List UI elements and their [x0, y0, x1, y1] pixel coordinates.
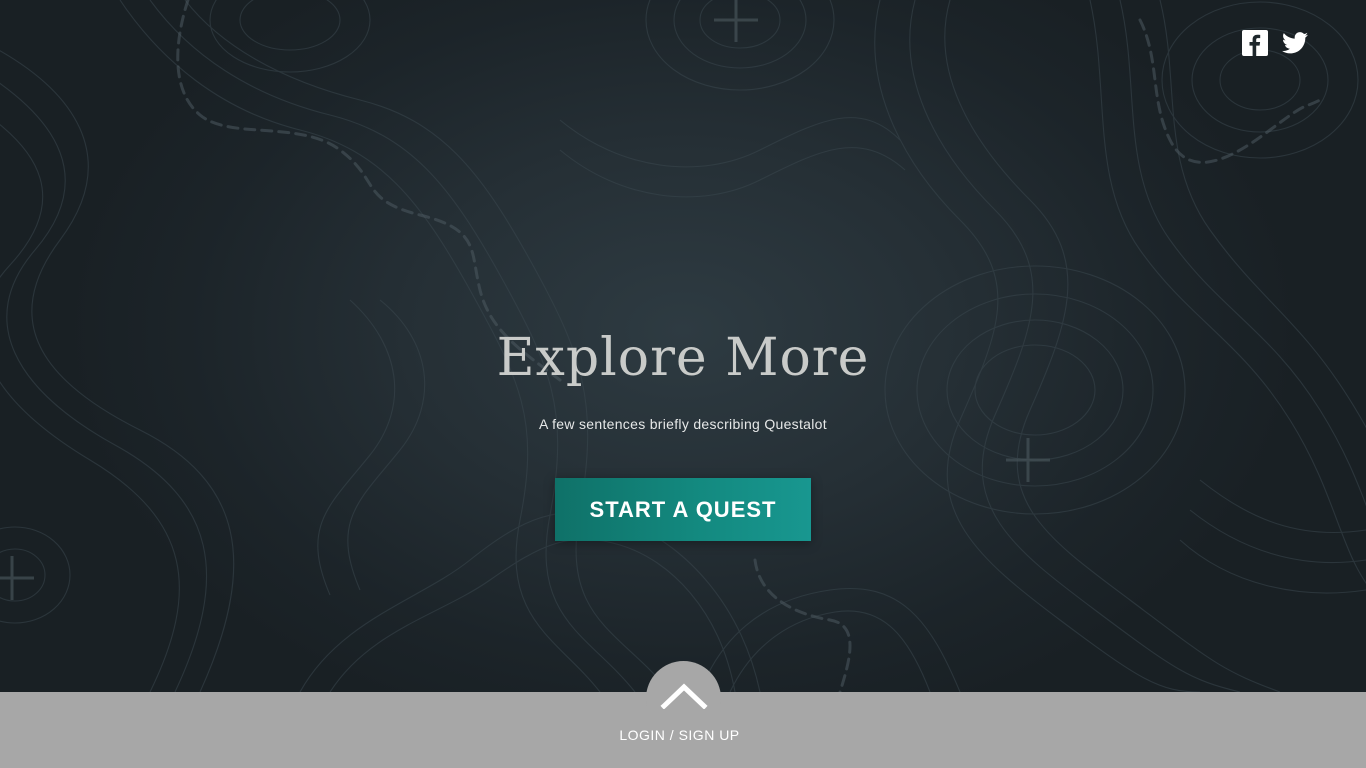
facebook-link[interactable]: [1242, 30, 1268, 61]
social-links: [1242, 30, 1308, 61]
hero-section: Explore More A few sentences briefly des…: [0, 322, 1366, 541]
hero-title: Explore More: [496, 328, 870, 388]
landing-page: Explore More A few sentences briefly des…: [0, 0, 1366, 768]
hero-subtitle: A few sentences briefly describing Quest…: [539, 416, 827, 432]
expand-login-button[interactable]: [646, 661, 721, 736]
facebook-icon: [1242, 30, 1268, 56]
login-signup-link[interactable]: LOGIN / SIGN UP: [0, 727, 1359, 743]
start-quest-button[interactable]: START A QUEST: [555, 478, 811, 541]
chevron-up-icon: [660, 683, 708, 709]
twitter-icon: [1282, 32, 1308, 54]
twitter-link[interactable]: [1282, 32, 1308, 59]
